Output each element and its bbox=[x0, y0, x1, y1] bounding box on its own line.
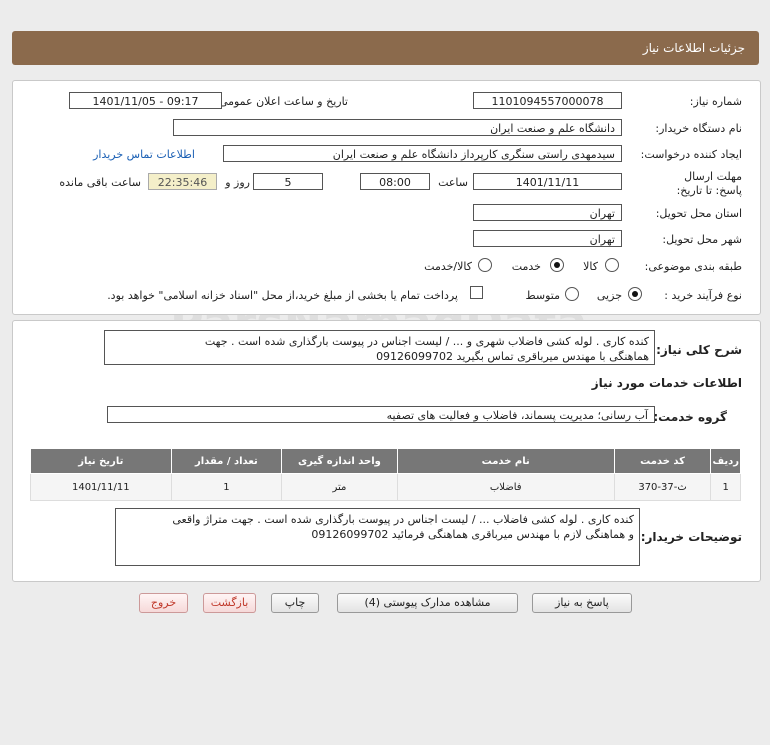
print-button[interactable]: چاپ bbox=[271, 593, 319, 613]
process-radio-medium[interactable] bbox=[565, 287, 579, 301]
cell-service-code: ث-37-370 bbox=[613, 473, 712, 501]
cell-unit: متر bbox=[281, 473, 398, 501]
cell-quantity: 1 bbox=[170, 473, 283, 501]
view-attachments-button[interactable]: مشاهده مدارک پیوستی (4) bbox=[337, 593, 518, 613]
treasury-payment-note: پرداخت تمام یا بخشی از مبلغ خرید،از محل … bbox=[107, 289, 458, 302]
category-label: طبقه بندی موضوعی: bbox=[644, 260, 742, 273]
col-header-unit: واحد اندازه گیری bbox=[281, 448, 398, 474]
services-table-header: ردیف کد خدمت نام خدمت واحد اندازه گیری ت… bbox=[30, 448, 741, 474]
buyer-notes-label: توضیحات خریدار: bbox=[640, 530, 742, 544]
deadline-label: مهلت ارسال پاسخ: تا تاریخ: bbox=[676, 170, 742, 197]
service-group-field: آب رسانی؛ مدیریت پسماند، فاضلاب و فعالیت… bbox=[107, 406, 655, 423]
col-header-row-number: ردیف bbox=[710, 448, 741, 474]
province-field: تهران bbox=[473, 204, 622, 221]
remaining-days-field: 5 bbox=[253, 173, 323, 190]
col-header-need-date: تاریخ نیاز bbox=[30, 448, 172, 474]
col-header-service-name: نام خدمت bbox=[396, 448, 615, 474]
service-group-label: گروه خدمت: bbox=[653, 410, 727, 424]
need-number-field: 1101094557000078 bbox=[473, 92, 622, 109]
remaining-time-field: 22:35:46 bbox=[148, 173, 217, 190]
deadline-time-field: 08:00 bbox=[360, 173, 430, 190]
category-option-goods-service: کالا/خدمت bbox=[424, 260, 472, 273]
category-radio-goods[interactable] bbox=[605, 258, 619, 272]
buyer-org-field: دانشگاه علم و صنعت ایران bbox=[173, 119, 622, 136]
buyer-notes-text: کنده کاری . لوله کشی فاضلاب ... / لیست ا… bbox=[115, 508, 640, 566]
remaining-time-label: ساعت باقی مانده bbox=[59, 176, 141, 189]
services-section-title: اطلاعات خدمات مورد نیاز bbox=[591, 376, 742, 390]
cell-need-date: 1401/11/11 bbox=[30, 473, 172, 501]
need-details-panel bbox=[12, 80, 761, 315]
reply-button[interactable]: پاسخ به نیاز bbox=[532, 593, 632, 613]
table-row: 1 ث-37-370 فاضلاب متر 1 1401/11/11 bbox=[30, 473, 741, 501]
announce-date-label: تاریخ و ساعت اعلان عمومی: bbox=[215, 95, 348, 108]
cell-row-number: 1 bbox=[710, 473, 741, 501]
buyer-notes-line-2: و هماهنگی لازم با مهندس میرباقری هماهنگی… bbox=[311, 528, 634, 541]
category-option-service: خدمت bbox=[511, 260, 541, 273]
remaining-days-label: روز و bbox=[225, 176, 250, 189]
process-radio-minor[interactable] bbox=[628, 287, 642, 301]
need-number-label: شماره نیاز: bbox=[689, 95, 742, 108]
services-table: ردیف کد خدمت نام خدمت واحد اندازه گیری ت… bbox=[30, 448, 741, 501]
col-header-service-code: کد خدمت bbox=[613, 448, 712, 474]
process-option-minor: جزیی bbox=[596, 289, 622, 302]
col-header-quantity: تعداد / مقدار bbox=[170, 448, 283, 474]
city-field: تهران bbox=[473, 230, 622, 247]
treasury-payment-checkbox[interactable] bbox=[470, 286, 483, 299]
process-option-medium: متوسط bbox=[525, 289, 560, 302]
summary-line-2: هماهنگی با مهندس میرباقری تماس بگیرید 09… bbox=[376, 350, 649, 363]
cell-service-name: فاضلاب bbox=[396, 473, 615, 501]
back-button[interactable]: بازگشت bbox=[203, 593, 256, 613]
summary-text: کنده کاری . لوله کشی فاضلاب شهری و ... /… bbox=[104, 330, 655, 365]
services-table-wrap: ردیف کد خدمت نام خدمت واحد اندازه گیری ت… bbox=[30, 448, 741, 501]
requester-field: سیدمهدی راستی سنگری کارپرداز دانشگاه علم… bbox=[223, 145, 622, 162]
buyer-org-label: نام دستگاه خریدار: bbox=[655, 122, 742, 135]
category-radio-service[interactable] bbox=[550, 258, 564, 272]
announce-date-field: 1401/11/05 - 09:17 bbox=[69, 92, 222, 109]
page-title: جزئیات اطلاعات نیاز bbox=[642, 41, 745, 55]
exit-button[interactable]: خروج bbox=[139, 593, 188, 613]
page-title-bar: جزئیات اطلاعات نیاز bbox=[12, 31, 759, 65]
deadline-time-label: ساعت bbox=[438, 176, 468, 189]
summary-line-1: کنده کاری . لوله کشی فاضلاب شهری و ... /… bbox=[204, 335, 649, 348]
process-label: نوع فرآیند خرید : bbox=[664, 289, 742, 302]
province-label: استان محل تحویل: bbox=[655, 207, 742, 220]
buyer-notes-line-1: کنده کاری . لوله کشی فاضلاب ... / لیست ا… bbox=[172, 513, 634, 526]
requester-label: ایجاد کننده درخواست: bbox=[640, 148, 742, 161]
city-label: شهر محل تحویل: bbox=[662, 233, 742, 246]
category-option-goods: کالا bbox=[583, 260, 598, 273]
summary-label: شرح کلی نیاز: bbox=[656, 343, 742, 357]
buyer-contact-link[interactable]: اطلاعات تماس خریدار bbox=[93, 148, 195, 161]
category-radio-goods-service[interactable] bbox=[478, 258, 492, 272]
deadline-date-field: 1401/11/11 bbox=[473, 173, 622, 190]
